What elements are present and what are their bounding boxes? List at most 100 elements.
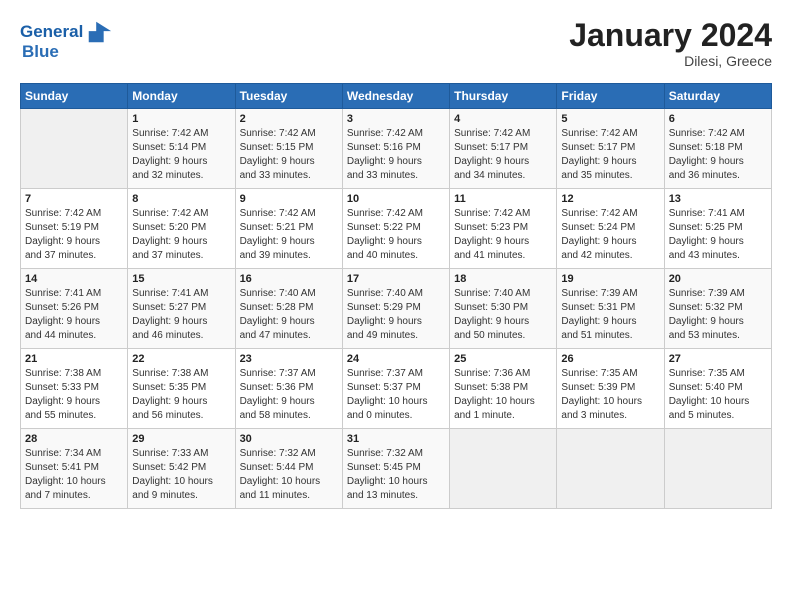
calendar-cell: 3 Sunrise: 7:42 AM Sunset: 5:16 PM Daylig… (342, 109, 449, 189)
day-number: 15 (132, 273, 230, 285)
day-number: 25 (454, 353, 552, 365)
cell-content: Sunrise: 7:42 AM Sunset: 5:17 PM Dayligh… (454, 127, 552, 183)
title-block: January 2024 Dilesi, Greece (569, 18, 772, 69)
day-number: 24 (347, 353, 445, 365)
cell-content: Sunrise: 7:35 AM Sunset: 5:39 PM Dayligh… (561, 367, 659, 423)
calendar-table: Sunday Monday Tuesday Wednesday Thursday… (20, 83, 772, 509)
logo: General Blue (20, 18, 113, 62)
day-number: 23 (240, 353, 338, 365)
calendar-cell: 27 Sunrise: 7:35 AM Sunset: 5:40 PM Dayli… (664, 349, 771, 429)
calendar-cell: 15 Sunrise: 7:41 AM Sunset: 5:27 PM Dayli… (128, 269, 235, 349)
calendar-cell: 16Sunrise: 7:40 AM Sunset: 5:28 PM Dayli… (235, 269, 342, 349)
day-number: 4 (454, 113, 552, 125)
logo-text: General (20, 22, 83, 42)
calendar-cell: 7 Sunrise: 7:42 AM Sunset: 5:19 PM Daylig… (21, 189, 128, 269)
calendar-cell (557, 429, 664, 509)
cell-content: Sunrise: 7:41 AM Sunset: 5:27 PM Dayligh… (132, 287, 230, 343)
day-number: 20 (669, 273, 767, 285)
col-friday: Friday (557, 84, 664, 109)
day-number: 27 (669, 353, 767, 365)
cell-content: Sunrise: 7:33 AM Sunset: 5:42 PM Dayligh… (132, 447, 230, 503)
cell-content: Sunrise: 7:42 AM Sunset: 5:16 PM Dayligh… (347, 127, 445, 183)
day-number: 8 (132, 193, 230, 205)
calendar-cell: 9 Sunrise: 7:42 AM Sunset: 5:21 PM Daylig… (235, 189, 342, 269)
day-number: 7 (25, 193, 123, 205)
calendar-cell: 23 Sunrise: 7:37 AM Sunset: 5:36 PM Dayli… (235, 349, 342, 429)
calendar-cell: 19 Sunrise: 7:39 AM Sunset: 5:31 PM Dayli… (557, 269, 664, 349)
day-number: 26 (561, 353, 659, 365)
logo-icon (85, 18, 113, 46)
cell-content: Sunrise: 7:36 AM Sunset: 5:38 PM Dayligh… (454, 367, 552, 423)
calendar-week-row: 28Sunrise: 7:34 AM Sunset: 5:41 PM Dayli… (21, 429, 772, 509)
calendar-week-row: 1 Sunrise: 7:42 AM Sunset: 5:14 PM Daylig… (21, 109, 772, 189)
calendar-week-row: 14Sunrise: 7:41 AM Sunset: 5:26 PM Dayli… (21, 269, 772, 349)
day-number: 31 (347, 433, 445, 445)
day-number: 9 (240, 193, 338, 205)
cell-content: Sunrise: 7:40 AM Sunset: 5:30 PM Dayligh… (454, 287, 552, 343)
day-number: 19 (561, 273, 659, 285)
calendar-cell: 29Sunrise: 7:33 AM Sunset: 5:42 PM Dayli… (128, 429, 235, 509)
calendar-cell (664, 429, 771, 509)
cell-content: Sunrise: 7:42 AM Sunset: 5:24 PM Dayligh… (561, 207, 659, 263)
calendar-cell: 30 Sunrise: 7:32 AM Sunset: 5:44 PM Dayli… (235, 429, 342, 509)
calendar-cell: 21Sunrise: 7:38 AM Sunset: 5:33 PM Dayli… (21, 349, 128, 429)
day-number: 11 (454, 193, 552, 205)
day-number: 2 (240, 113, 338, 125)
day-number: 3 (347, 113, 445, 125)
cell-content: Sunrise: 7:34 AM Sunset: 5:41 PM Dayligh… (25, 447, 123, 503)
cell-content: Sunrise: 7:32 AM Sunset: 5:45 PM Dayligh… (347, 447, 445, 503)
calendar-cell: 12 Sunrise: 7:42 AM Sunset: 5:24 PM Dayli… (557, 189, 664, 269)
day-number: 12 (561, 193, 659, 205)
col-saturday: Saturday (664, 84, 771, 109)
cell-content: Sunrise: 7:42 AM Sunset: 5:19 PM Dayligh… (25, 207, 123, 263)
calendar-cell: 22Sunrise: 7:38 AM Sunset: 5:35 PM Dayli… (128, 349, 235, 429)
calendar-cell: 20 Sunrise: 7:39 AM Sunset: 5:32 PM Dayli… (664, 269, 771, 349)
cell-content: Sunrise: 7:42 AM Sunset: 5:18 PM Dayligh… (669, 127, 767, 183)
calendar-cell: 26 Sunrise: 7:35 AM Sunset: 5:39 PM Dayli… (557, 349, 664, 429)
page-subtitle: Dilesi, Greece (569, 53, 772, 69)
calendar-cell: 25 Sunrise: 7:36 AM Sunset: 5:38 PM Dayli… (450, 349, 557, 429)
day-number: 30 (240, 433, 338, 445)
day-number: 14 (25, 273, 123, 285)
cell-content: Sunrise: 7:40 AM Sunset: 5:29 PM Dayligh… (347, 287, 445, 343)
cell-content: Sunrise: 7:35 AM Sunset: 5:40 PM Dayligh… (669, 367, 767, 423)
calendar-cell: 2 Sunrise: 7:42 AM Sunset: 5:15 PM Daylig… (235, 109, 342, 189)
day-number: 17 (347, 273, 445, 285)
calendar-cell: 13 Sunrise: 7:41 AM Sunset: 5:25 PM Dayli… (664, 189, 771, 269)
cell-content: Sunrise: 7:42 AM Sunset: 5:14 PM Dayligh… (132, 127, 230, 183)
cell-content: Sunrise: 7:40 AM Sunset: 5:28 PM Dayligh… (240, 287, 338, 343)
calendar-cell: 14Sunrise: 7:41 AM Sunset: 5:26 PM Dayli… (21, 269, 128, 349)
page: General Blue January 2024 Dilesi, Greece… (0, 0, 792, 519)
col-wednesday: Wednesday (342, 84, 449, 109)
calendar-cell: 6Sunrise: 7:42 AM Sunset: 5:18 PM Daylig… (664, 109, 771, 189)
page-title: January 2024 (569, 18, 772, 53)
cell-content: Sunrise: 7:42 AM Sunset: 5:15 PM Dayligh… (240, 127, 338, 183)
calendar-cell: 18Sunrise: 7:40 AM Sunset: 5:30 PM Dayli… (450, 269, 557, 349)
logo-blue: Blue (22, 42, 59, 61)
cell-content: Sunrise: 7:42 AM Sunset: 5:21 PM Dayligh… (240, 207, 338, 263)
cell-content: Sunrise: 7:42 AM Sunset: 5:17 PM Dayligh… (561, 127, 659, 183)
cell-content: Sunrise: 7:41 AM Sunset: 5:25 PM Dayligh… (669, 207, 767, 263)
cell-content: Sunrise: 7:42 AM Sunset: 5:23 PM Dayligh… (454, 207, 552, 263)
cell-content: Sunrise: 7:42 AM Sunset: 5:20 PM Dayligh… (132, 207, 230, 263)
cell-content: Sunrise: 7:39 AM Sunset: 5:32 PM Dayligh… (669, 287, 767, 343)
day-number: 10 (347, 193, 445, 205)
calendar-cell: 17 Sunrise: 7:40 AM Sunset: 5:29 PM Dayli… (342, 269, 449, 349)
day-number: 5 (561, 113, 659, 125)
calendar-week-row: 7 Sunrise: 7:42 AM Sunset: 5:19 PM Daylig… (21, 189, 772, 269)
cell-content: Sunrise: 7:37 AM Sunset: 5:37 PM Dayligh… (347, 367, 445, 423)
calendar-week-row: 21Sunrise: 7:38 AM Sunset: 5:33 PM Dayli… (21, 349, 772, 429)
col-thursday: Thursday (450, 84, 557, 109)
cell-content: Sunrise: 7:39 AM Sunset: 5:31 PM Dayligh… (561, 287, 659, 343)
calendar-cell (450, 429, 557, 509)
col-sunday: Sunday (21, 84, 128, 109)
cell-content: Sunrise: 7:42 AM Sunset: 5:22 PM Dayligh… (347, 207, 445, 263)
day-number: 13 (669, 193, 767, 205)
cell-content: Sunrise: 7:38 AM Sunset: 5:35 PM Dayligh… (132, 367, 230, 423)
cell-content: Sunrise: 7:37 AM Sunset: 5:36 PM Dayligh… (240, 367, 338, 423)
calendar-cell: 10 Sunrise: 7:42 AM Sunset: 5:22 PM Dayli… (342, 189, 449, 269)
day-number: 1 (132, 113, 230, 125)
calendar-cell: 24 Sunrise: 7:37 AM Sunset: 5:37 PM Dayli… (342, 349, 449, 429)
cell-content: Sunrise: 7:32 AM Sunset: 5:44 PM Dayligh… (240, 447, 338, 503)
calendar-cell: 5 Sunrise: 7:42 AM Sunset: 5:17 PM Daylig… (557, 109, 664, 189)
